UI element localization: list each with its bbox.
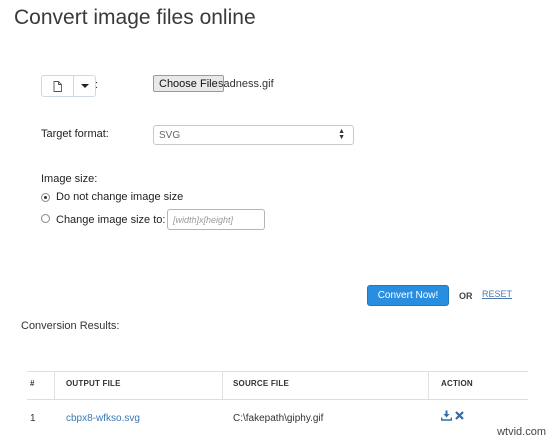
radio-keep-size-label: Do not change image size bbox=[56, 191, 184, 203]
source-dropdown-button[interactable] bbox=[74, 76, 95, 96]
image-size-label: Image size: bbox=[41, 173, 98, 185]
selected-file-name: sadness.gif bbox=[218, 78, 274, 90]
column-header-output-file: OUTPUT FILE bbox=[66, 379, 121, 388]
page-title: Convert image files online bbox=[14, 6, 256, 29]
column-divider bbox=[222, 371, 223, 399]
table-header-border bbox=[27, 399, 528, 400]
choose-file-button[interactable]: Choose File bbox=[153, 75, 224, 92]
radio-change-size-label: Change image size to: bbox=[56, 214, 166, 226]
radio-change-size[interactable] bbox=[41, 214, 50, 223]
column-divider bbox=[428, 371, 429, 399]
column-header-source-file: SOURCE FILE bbox=[233, 379, 289, 388]
column-divider bbox=[54, 371, 55, 399]
target-format-label: Target format: bbox=[41, 128, 109, 140]
select-arrows-icon: ▲ ▼ bbox=[338, 128, 345, 141]
target-format-value: SVG bbox=[159, 129, 181, 141]
table-top-border bbox=[27, 371, 528, 372]
watermark: wtvid.com bbox=[497, 426, 546, 438]
column-header-index: # bbox=[30, 379, 35, 388]
or-separator: OR bbox=[459, 291, 473, 301]
column-header-action: ACTION bbox=[441, 379, 473, 388]
source-file-path: C:\fakepath\giphy.gif bbox=[233, 413, 324, 424]
row-index: 1 bbox=[30, 413, 36, 424]
output-file-link[interactable]: cbpx8-wfkso.svg bbox=[66, 413, 140, 424]
reset-link[interactable]: RESET bbox=[482, 289, 512, 299]
file-source-button[interactable] bbox=[42, 76, 74, 96]
delete-icon[interactable] bbox=[455, 411, 464, 420]
radio-keep-size[interactable] bbox=[41, 193, 50, 202]
target-format-select[interactable]: SVG ▲ ▼ bbox=[153, 125, 354, 145]
caret-down-icon bbox=[80, 84, 89, 88]
download-icon[interactable] bbox=[441, 410, 452, 421]
conversion-results-heading: Conversion Results: bbox=[21, 320, 120, 332]
convert-now-button[interactable]: Convert Now! bbox=[367, 285, 449, 306]
source-colon: : bbox=[95, 79, 99, 91]
image-size-input[interactable]: [width]x[height] bbox=[167, 209, 265, 230]
file-icon bbox=[53, 80, 62, 92]
source-selector[interactable] bbox=[41, 75, 96, 97]
